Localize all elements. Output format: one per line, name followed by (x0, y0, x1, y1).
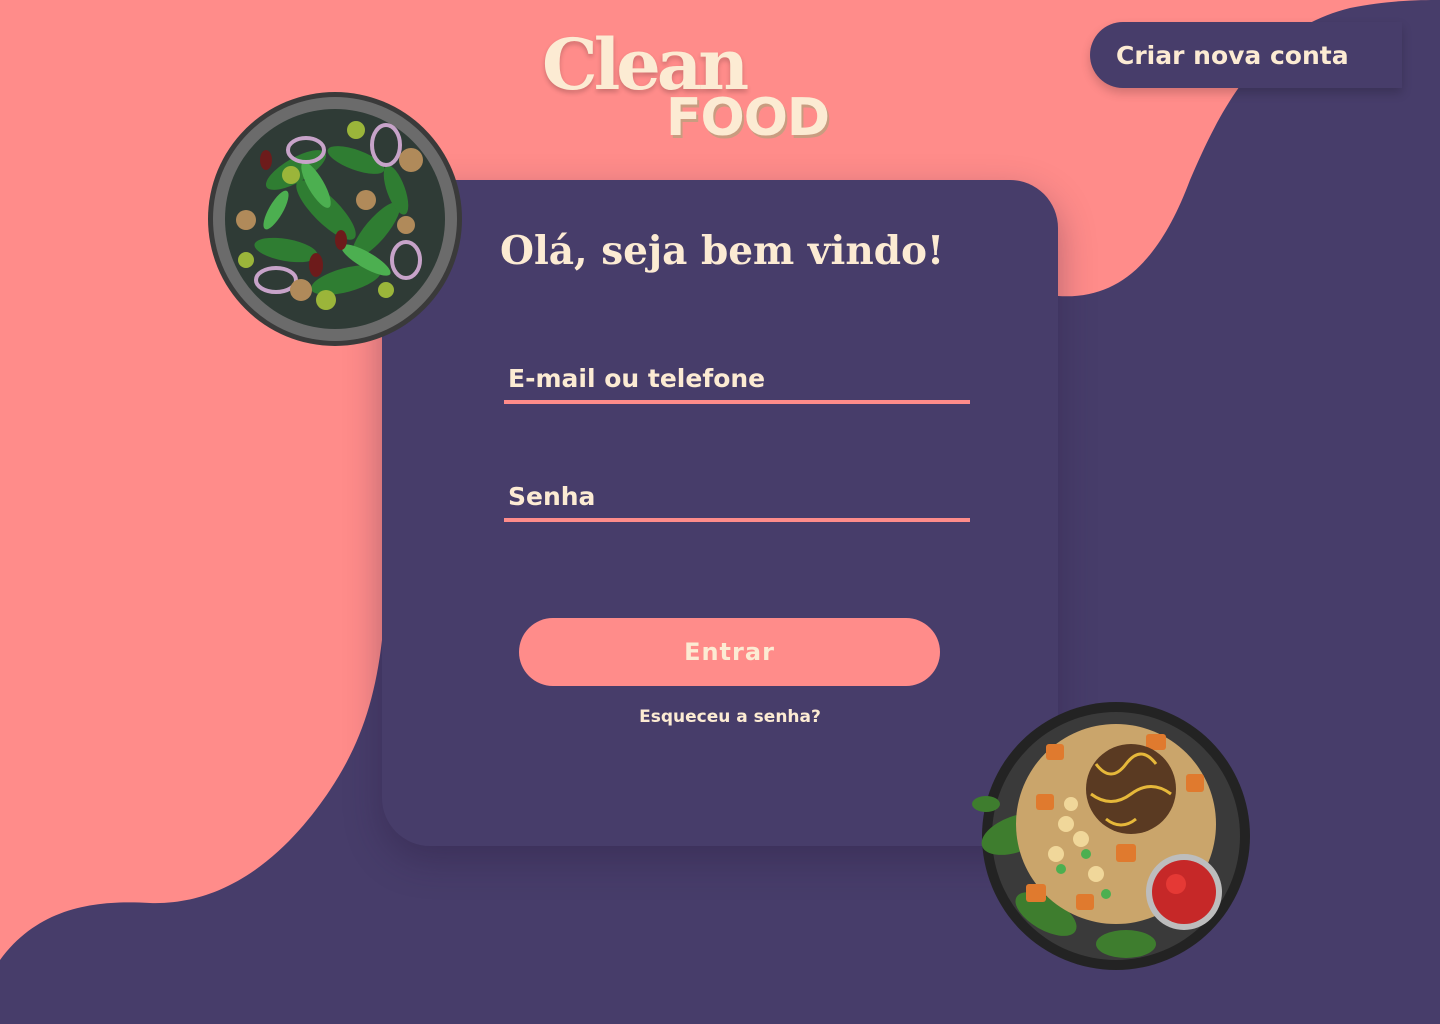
email-field-container (504, 356, 978, 404)
grain-bowl-image (972, 702, 1250, 970)
create-account-button[interactable]: Criar nova conta (1090, 22, 1402, 88)
welcome-title: Olá, seja bem vindo! (500, 228, 945, 274)
salad-plate-image (208, 92, 462, 346)
login-card: Olá, seja bem vindo! Entrar Esqueceu a s… (382, 180, 1058, 846)
password-input[interactable] (504, 474, 978, 518)
password-field-container (504, 474, 978, 522)
cleanfood-logo: Clean FOOD (540, 30, 830, 160)
logo-word-food: FOOD (666, 88, 830, 148)
login-button[interactable]: Entrar (519, 618, 940, 686)
email-input[interactable] (504, 356, 978, 400)
